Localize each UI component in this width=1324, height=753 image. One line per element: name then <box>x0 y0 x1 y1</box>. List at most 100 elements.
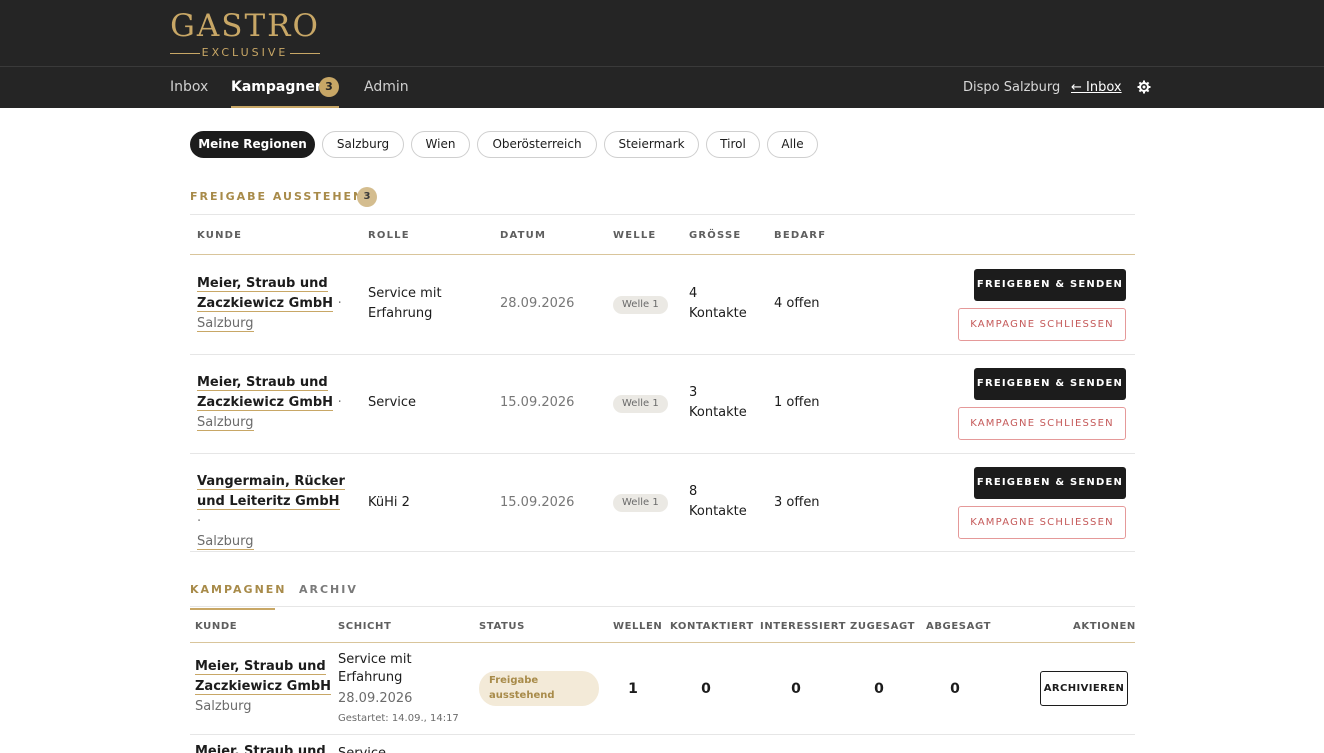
col-groesse: GRÖSSE <box>689 230 742 241</box>
row-divider <box>190 453 1135 454</box>
header-divider <box>190 642 1135 643</box>
gear-icon[interactable] <box>1137 80 1151 94</box>
customer-region[interactable]: Salzburg <box>197 534 254 550</box>
pending-row-customer[interactable]: Meier, Straub und Zaczkiewicz GmbH · Sal… <box>197 373 347 433</box>
logo-line-right <box>290 53 320 54</box>
wave-badge: Welle 1 <box>613 296 668 314</box>
customer-name-line1[interactable]: Meier, Straub und <box>195 659 326 675</box>
campaign-row-customer[interactable]: Meier, Straub und Zaczkiewicz GmbH Salzb… <box>195 657 335 717</box>
size-count: 3 <box>689 385 698 400</box>
nav-active-underline <box>231 106 339 108</box>
col-schicht: SCHICHT <box>338 621 392 632</box>
customer-name-line2[interactable]: Zaczkiewicz GmbH <box>197 395 334 411</box>
shift-line1: Service mit <box>338 652 412 667</box>
pending-row-need: 1 offen <box>774 395 820 410</box>
close-campaign-button[interactable]: KAMPAGNE SCHLIESSEN <box>958 407 1126 440</box>
nav-kampagnen[interactable]: Kampagnen <box>231 78 325 96</box>
wave-badge: Welle 1 <box>613 395 668 413</box>
col-interessiert: INTERESSIERT <box>760 621 847 632</box>
pending-row-date: 15.09.2026 <box>500 495 575 510</box>
pending-row-date: 28.09.2026 <box>500 296 575 311</box>
customer-name-line1[interactable]: Meier, Straub und <box>195 744 326 753</box>
divider <box>190 606 1135 607</box>
pending-row-customer[interactable]: Vangermain, Rücker und Leiteritz GmbH · … <box>197 472 347 552</box>
size-unit: Kontakte <box>689 306 747 321</box>
status-badge: Freigabe ausstehend <box>479 671 599 706</box>
kampagnen-count-badge: 3 <box>319 77 339 97</box>
col-datum: DATUM <box>500 230 547 241</box>
pending-row-customer[interactable]: Meier, Straub und Zaczkiewicz GmbH · Sal… <box>197 274 347 334</box>
filter-alle[interactable]: Alle <box>767 131 818 158</box>
pending-row-need: 3 offen <box>774 495 820 510</box>
customer-name-line1[interactable]: Vangermain, Rücker <box>197 474 345 490</box>
col-zugesagt: ZUGESAGT <box>850 621 916 632</box>
campaign-row-shift: Service mit Erfahrung <box>338 651 412 687</box>
brand-logo[interactable]: GASTRO EXCLUSIVE <box>170 10 320 60</box>
customer-region[interactable]: Salzburg <box>197 415 254 431</box>
role-line2: Erfahrung <box>368 306 433 321</box>
customer-name-line2[interactable]: Zaczkiewicz GmbH <box>197 296 334 312</box>
waves-count: 1 <box>628 681 638 697</box>
size-count: 8 <box>689 484 698 499</box>
col-status: STATUS <box>479 621 525 632</box>
tab-archiv[interactable]: ARCHIV <box>299 583 358 597</box>
divider <box>190 214 1135 215</box>
separator: · <box>337 296 342 311</box>
filter-oberoesterreich[interactable]: Oberösterreich <box>477 131 597 158</box>
release-send-button[interactable]: FREIGEBEN & SENDEN <box>974 269 1126 301</box>
close-campaign-button[interactable]: KAMPAGNE SCHLIESSEN <box>958 506 1126 539</box>
campaign-row-customer[interactable]: Meier, Straub und <box>195 742 326 753</box>
tab-kampagnen[interactable]: KAMPAGNEN <box>190 583 287 597</box>
pending-row-role: KüHi 2 <box>368 495 410 510</box>
close-campaign-button[interactable]: KAMPAGNE SCHLIESSEN <box>958 308 1126 341</box>
nav-inbox[interactable]: Inbox <box>170 78 208 96</box>
filter-tirol[interactable]: Tirol <box>706 131 760 158</box>
separator: · <box>197 514 202 529</box>
pending-row-date: 15.09.2026 <box>500 395 575 410</box>
campaign-started-at: Gestartet: 14.09., 14:17 <box>338 713 459 724</box>
filter-wien[interactable]: Wien <box>411 131 470 158</box>
col-bedarf: BEDARF <box>774 230 827 241</box>
customer-region[interactable]: Salzburg <box>197 316 254 332</box>
col-kontaktiert: KONTAKTIERT <box>670 621 754 632</box>
brand-name: GASTRO <box>170 8 320 44</box>
col-welle: WELLE <box>613 230 657 241</box>
filter-steiermark[interactable]: Steiermark <box>604 131 699 158</box>
col-rolle: ROLLE <box>368 230 410 241</box>
campaign-row-shift: Service <box>338 744 386 753</box>
separator: · <box>337 395 342 410</box>
back-to-inbox-link[interactable]: ← Inbox <box>1071 80 1122 96</box>
customer-name-line2[interactable]: Zaczkiewicz GmbH <box>195 679 332 695</box>
pending-row-size: 4 Kontakte <box>689 284 747 324</box>
filter-meine-regionen[interactable]: Meine Regionen <box>190 131 315 158</box>
filter-salzburg[interactable]: Salzburg <box>322 131 404 158</box>
pending-count-badge: 3 <box>357 187 377 207</box>
customer-name-line1[interactable]: Meier, Straub und <box>197 276 328 292</box>
pending-row-size: 8 Kontakte <box>689 482 747 522</box>
row-divider <box>190 551 1135 552</box>
contacted-count: 0 <box>701 681 711 697</box>
archive-button[interactable]: ARCHIVIEREN <box>1040 671 1128 706</box>
pending-row-need: 4 offen <box>774 296 820 311</box>
customer-name-line1[interactable]: Meier, Straub und <box>197 375 328 391</box>
campaign-row-date: 28.09.2026 <box>338 691 413 706</box>
declined-count: 0 <box>950 681 960 697</box>
release-send-button[interactable]: FREIGEBEN & SENDEN <box>974 467 1126 499</box>
pending-section-title: FREIGABE AUSSTEHEND <box>190 190 376 203</box>
row-divider <box>190 734 1135 735</box>
location-label: Dispo Salzburg <box>963 80 1061 95</box>
customer-region: Salzburg <box>195 699 252 714</box>
col-wellen: WELLEN <box>613 621 663 632</box>
size-unit: Kontakte <box>689 504 747 519</box>
nav-admin[interactable]: Admin <box>364 78 409 96</box>
pending-row-size: 3 Kontakte <box>689 383 747 423</box>
main-nav: Inbox Kampagnen Admin Dispo Salzburg ← I… <box>0 66 1324 108</box>
release-send-button[interactable]: FREIGEBEN & SENDEN <box>974 368 1126 400</box>
shift-line2: Erfahrung <box>338 670 403 685</box>
col-kunde: KUNDE <box>195 621 238 632</box>
pending-row-role: Service <box>368 395 417 410</box>
wave-badge: Welle 1 <box>613 494 668 512</box>
pending-row-role: Service mit Erfahrung <box>368 284 442 324</box>
customer-name-line2[interactable]: und Leiteritz GmbH <box>197 494 340 510</box>
role-line1: Service mit <box>368 286 442 301</box>
